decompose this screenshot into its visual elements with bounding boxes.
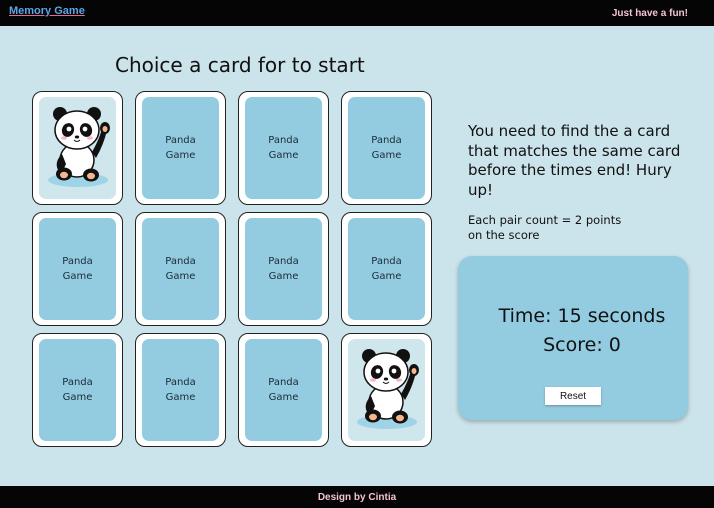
card-back: Panda Game <box>142 97 219 199</box>
panda-icon <box>349 340 425 441</box>
card-back-label: Game <box>62 271 93 282</box>
tagline: Just have a fun! <box>611 8 688 19</box>
panda-icon <box>40 98 116 199</box>
memory-card[interactable]: Panda Game <box>32 212 123 326</box>
memory-card[interactable]: Panda Game <box>135 333 226 447</box>
card-back: Panda Game <box>39 339 116 441</box>
card-back-label: Game <box>371 271 402 282</box>
status-panel: Time: 15 seconds Score: 0 Reset <box>458 256 688 420</box>
card-grid: Panda Game Panda Game Panda Game Panda Game Pand… <box>32 91 432 447</box>
card-back-label: Panda <box>268 256 299 267</box>
card-back-label: Game <box>268 150 299 161</box>
card-front <box>39 97 116 199</box>
card-back-label: Game <box>268 392 299 403</box>
card-back-label: Game <box>165 392 196 403</box>
memory-card[interactable]: Panda Game <box>238 333 329 447</box>
memory-card[interactable]: Panda Game <box>135 91 226 205</box>
card-back-label: Game <box>371 150 402 161</box>
memory-card[interactable]: Panda Game <box>238 91 329 205</box>
card-back-label: Panda <box>165 135 196 146</box>
memory-card[interactable]: Panda Game <box>341 91 432 205</box>
time-display: Time: 15 seconds <box>498 305 666 327</box>
memory-card[interactable] <box>32 91 123 205</box>
card-back-label: Panda <box>268 135 299 146</box>
footer-credit: Design by Cintia <box>317 492 397 503</box>
instructions: You need to find the a card that matches… <box>468 122 681 199</box>
brand-link[interactable]: Memory Game <box>9 5 85 17</box>
card-front <box>348 339 425 441</box>
card-back: Panda Game <box>142 218 219 320</box>
card-back-label: Game <box>268 271 299 282</box>
card-back-label: Game <box>165 150 196 161</box>
card-back-label: Panda <box>268 377 299 388</box>
scoring-note-line1: Each pair count = 2 points <box>468 213 622 227</box>
card-back: Panda Game <box>245 97 322 199</box>
board-title: Choice a card for to start <box>115 53 365 77</box>
card-back-label: Panda <box>62 256 93 267</box>
card-back-label: Panda <box>371 256 402 267</box>
card-back: Panda Game <box>142 339 219 441</box>
card-back-label: Panda <box>165 256 196 267</box>
memory-card[interactable]: Panda Game <box>238 212 329 326</box>
top-bar: Memory Game Just have a fun! <box>0 0 714 26</box>
card-back: Panda Game <box>348 218 425 320</box>
memory-card[interactable]: Panda Game <box>135 212 226 326</box>
footer: Design by Cintia <box>0 486 714 508</box>
scoring-note-line2: on the score <box>468 228 540 242</box>
memory-card[interactable]: Panda Game <box>32 333 123 447</box>
reset-button[interactable]: Reset <box>545 387 601 405</box>
card-back: Panda Game <box>39 218 116 320</box>
card-back-label: Panda <box>371 135 402 146</box>
score-display: Score: 0 <box>543 334 621 356</box>
card-back-label: Game <box>165 271 196 282</box>
memory-card[interactable]: Panda Game <box>341 212 432 326</box>
scoring-note: Each pair count = 2 points on the score <box>468 213 668 243</box>
card-back-label: Panda <box>62 377 93 388</box>
card-back-label: Panda <box>165 377 196 388</box>
card-back: Panda Game <box>245 339 322 441</box>
card-back: Panda Game <box>348 97 425 199</box>
card-back-label: Game <box>62 392 93 403</box>
card-back: Panda Game <box>245 218 322 320</box>
memory-card[interactable] <box>341 333 432 447</box>
